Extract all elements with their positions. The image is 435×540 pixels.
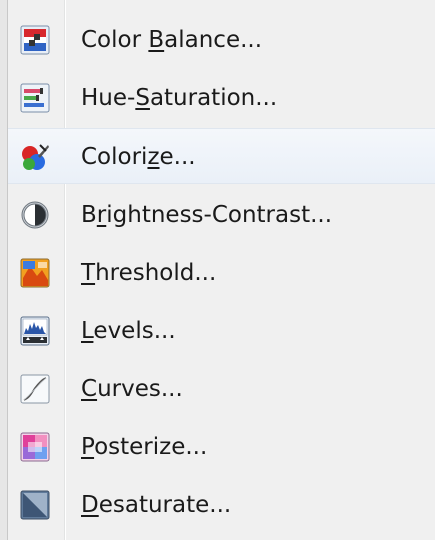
- menu-item-label: Curves...: [81, 376, 183, 402]
- colorize-icon: [20, 142, 50, 172]
- menu-item-brightness-contrast[interactable]: Brightness-Contrast...: [8, 187, 435, 243]
- menu-item-label: Brightness-Contrast...: [81, 202, 333, 228]
- menu-item-label: Colorize...: [81, 144, 196, 170]
- menu-item-color-balance[interactable]: Color Balance...: [8, 12, 435, 68]
- menu-item-label: Threshold...: [81, 260, 217, 286]
- menu-item-levels[interactable]: Levels...: [8, 303, 435, 359]
- menu-item-label: Color Balance...: [81, 27, 263, 53]
- hue-saturation-icon: [20, 83, 50, 113]
- posterize-icon: [20, 432, 50, 462]
- curves-icon: [20, 374, 50, 404]
- menu-left-edge: [0, 0, 8, 540]
- menu-item-label: Posterize...: [81, 434, 208, 460]
- menu-item-label: Desaturate...: [81, 492, 232, 518]
- colors-menu: Color Balance... Hue-Saturation... Color…: [0, 0, 435, 540]
- menu-item-posterize[interactable]: Posterize...: [8, 419, 435, 475]
- menu-item-label: Levels...: [81, 318, 176, 344]
- threshold-icon: [20, 258, 50, 288]
- levels-icon: [20, 316, 50, 346]
- menu-item-desaturate[interactable]: Desaturate...: [8, 477, 435, 533]
- menu-item-colorize[interactable]: Colorize...: [8, 128, 435, 184]
- menu-item-curves[interactable]: Curves...: [8, 361, 435, 417]
- menu-item-label: Hue-Saturation...: [81, 85, 278, 111]
- menu-item-threshold[interactable]: Threshold...: [8, 245, 435, 301]
- menu-item-hue-saturation[interactable]: Hue-Saturation...: [8, 70, 435, 126]
- color-balance-icon: [20, 25, 50, 55]
- brightness-contrast-icon: [20, 200, 50, 230]
- desaturate-icon: [20, 490, 50, 520]
